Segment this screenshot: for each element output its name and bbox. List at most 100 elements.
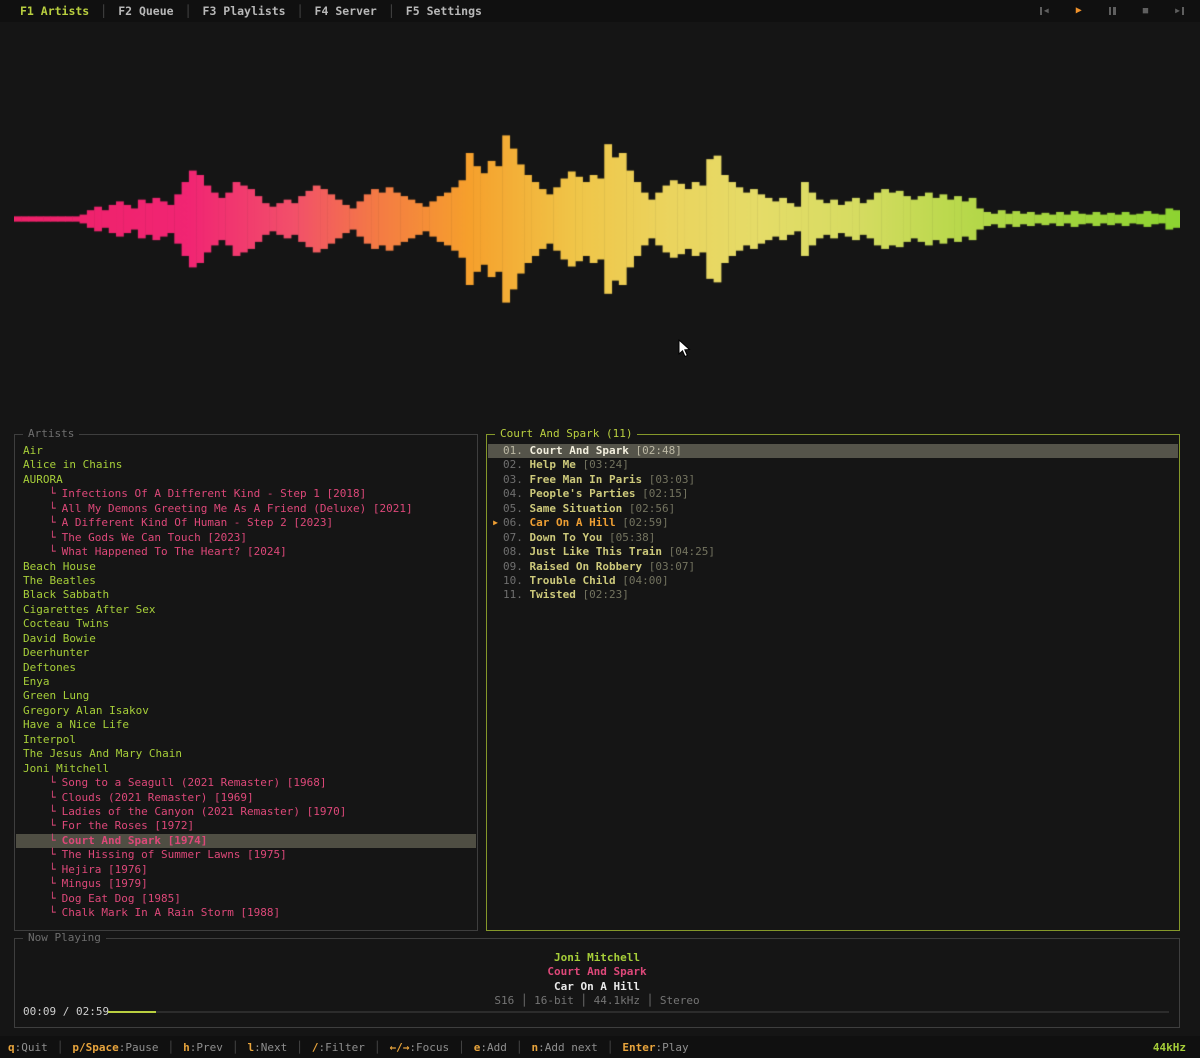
artist-row[interactable]: AURORA: [16, 473, 476, 487]
spacer: [635, 487, 642, 501]
track-row[interactable]: 11. Twisted [02:23]: [488, 588, 1178, 602]
artists-panel-title: Artists: [23, 427, 79, 440]
artist-row[interactable]: The Jesus And Mary Chain: [16, 747, 476, 761]
artist-row[interactable]: Black Sabbath: [16, 588, 476, 602]
waveform-visualizer: [14, 127, 1180, 311]
artist-label: Cocteau Twins: [23, 617, 109, 630]
playing-marker-icon: ▶: [488, 516, 503, 530]
artist-row[interactable]: Have a Nice Life: [16, 718, 476, 732]
artist-row[interactable]: Deftones: [16, 661, 476, 675]
track-duration: [03:03]: [649, 473, 695, 487]
pause-button[interactable]: [1109, 7, 1116, 15]
album-row[interactable]: └Mingus [1979]: [16, 877, 476, 891]
tree-branch-glyph: └: [49, 805, 56, 818]
pause-icon: [1109, 7, 1116, 15]
album-row[interactable]: └What Happened To The Heart? [2024]: [16, 545, 476, 559]
album-row[interactable]: └Court And Spark [1974]: [16, 834, 476, 848]
track-number: 08.: [503, 545, 523, 559]
album-row[interactable]: └For the Roses [1972]: [16, 819, 476, 833]
track-title: Twisted: [530, 588, 576, 602]
menu-tab-f2-queue[interactable]: F2 Queue: [118, 4, 173, 18]
artist-label: Green Lung: [23, 689, 89, 702]
album-row[interactable]: └Ladies of the Canyon (2021 Remaster) [1…: [16, 805, 476, 819]
track-row[interactable]: 01. Court And Spark [02:48]: [488, 444, 1178, 458]
artist-row[interactable]: Interpol: [16, 733, 476, 747]
album-tracks-panel-title: Court And Spark (11): [495, 427, 637, 440]
keybinding-action: :Prev: [190, 1041, 223, 1054]
album-row[interactable]: └Song to a Seagull (2021 Remaster) [1968…: [16, 776, 476, 790]
spacer: [629, 444, 636, 458]
track-row[interactable]: 07. Down To You [05:38]: [488, 531, 1178, 545]
track-row[interactable]: 05. Same Situation [02:56]: [488, 502, 1178, 516]
menu-separator: │: [388, 4, 395, 18]
artist-row[interactable]: Joni Mitchell: [16, 762, 476, 776]
spacer: [642, 473, 649, 487]
album-label: Dog Eat Dog [1985]: [62, 892, 181, 905]
album-label: The Hissing of Summer Lawns [1975]: [62, 848, 287, 861]
album-label: All My Demons Greeting Me As A Friend (D…: [62, 502, 413, 515]
progress-bar[interactable]: [108, 1011, 1169, 1013]
album-row[interactable]: └The Hissing of Summer Lawns [1975]: [16, 848, 476, 862]
album-row[interactable]: └A Different Kind Of Human - Step 2 [202…: [16, 516, 476, 530]
track-row[interactable]: 04. People's Parties [02:15]: [488, 487, 1178, 501]
artist-label: Joni Mitchell: [23, 762, 109, 775]
track-title: Car On A Hill: [530, 516, 616, 530]
menu-tab-f3-playlists[interactable]: F3 Playlists: [203, 4, 286, 18]
track-title: People's Parties: [530, 487, 636, 501]
artists-panel: Artists AirAlice in ChainsAURORA└Infecti…: [14, 434, 478, 931]
play-button[interactable]: ▶: [1076, 6, 1082, 16]
track-number: 03.: [503, 473, 523, 487]
track-row[interactable]: 02. Help Me [03:24]: [488, 458, 1178, 472]
top-menu-bar: F1 Artists│F2 Queue│F3 Playlists│F4 Serv…: [0, 0, 1200, 22]
artist-row[interactable]: Cocteau Twins: [16, 617, 476, 631]
menu-tab-f5-settings[interactable]: F5 Settings: [406, 4, 482, 18]
keybinding-action: :Pause: [119, 1041, 159, 1054]
keybinding-action: :Quit: [15, 1041, 48, 1054]
artist-row[interactable]: Green Lung: [16, 689, 476, 703]
tree-branch-glyph: └: [49, 487, 56, 500]
tree-branch-glyph: └: [49, 834, 56, 847]
artist-row[interactable]: Cigarettes After Sex: [16, 603, 476, 617]
track-row[interactable]: 03. Free Man In Paris [03:03]: [488, 473, 1178, 487]
album-row[interactable]: └Infections Of A Different Kind - Step 1…: [16, 487, 476, 501]
playing-marker-icon: [488, 487, 503, 501]
skip-forward-button[interactable]: ▶: [1175, 7, 1184, 15]
artist-row[interactable]: David Bowie: [16, 632, 476, 646]
album-row[interactable]: └Dog Eat Dog [1985]: [16, 892, 476, 906]
track-row[interactable]: ▶06. Car On A Hill [02:59]: [488, 516, 1178, 530]
album-row[interactable]: └Chalk Mark In A Rain Storm [1988]: [16, 906, 476, 920]
artist-label: Deerhunter: [23, 646, 89, 659]
track-list: 01. Court And Spark [02:48]02. Help Me […: [488, 444, 1178, 928]
artist-row[interactable]: Enya: [16, 675, 476, 689]
artist-label: Have a Nice Life: [23, 718, 129, 731]
artist-label: Enya: [23, 675, 50, 688]
track-row[interactable]: 09. Raised On Robbery [03:07]: [488, 560, 1178, 574]
artist-label: Gregory Alan Isakov: [23, 704, 149, 717]
menu-tab-f4-server[interactable]: F4 Server: [315, 4, 377, 18]
stop-button[interactable]: ■: [1143, 7, 1148, 16]
track-row[interactable]: 08. Just Like This Train [04:25]: [488, 545, 1178, 559]
artist-row[interactable]: Gregory Alan Isakov: [16, 704, 476, 718]
track-title: Help Me: [530, 458, 576, 472]
album-row[interactable]: └Hejira [1976]: [16, 863, 476, 877]
artist-row[interactable]: Beach House: [16, 560, 476, 574]
track-duration: [03:07]: [649, 560, 695, 574]
artist-row[interactable]: Alice in Chains: [16, 458, 476, 472]
artist-label: The Beatles: [23, 574, 96, 587]
keybinding-action: :Next: [254, 1041, 287, 1054]
playing-marker-icon: [488, 473, 503, 487]
spacer: [642, 560, 649, 574]
artist-row[interactable]: The Beatles: [16, 574, 476, 588]
artist-row[interactable]: Air: [16, 444, 476, 458]
album-row[interactable]: └All My Demons Greeting Me As A Friend (…: [16, 502, 476, 516]
menu-tab-f1-artists[interactable]: F1 Artists: [20, 4, 89, 18]
spacer: [622, 502, 629, 516]
playing-marker-icon: [488, 545, 503, 559]
artist-row[interactable]: Deerhunter: [16, 646, 476, 660]
track-row[interactable]: 10. Trouble Child [04:00]: [488, 574, 1178, 588]
track-title: Down To You: [530, 531, 603, 545]
skip-back-button[interactable]: ◀: [1040, 7, 1049, 15]
album-row[interactable]: └The Gods We Can Touch [2023]: [16, 531, 476, 545]
album-row[interactable]: └Clouds (2021 Remaster) [1969]: [16, 791, 476, 805]
now-playing-panel-title: Now Playing: [23, 931, 106, 944]
